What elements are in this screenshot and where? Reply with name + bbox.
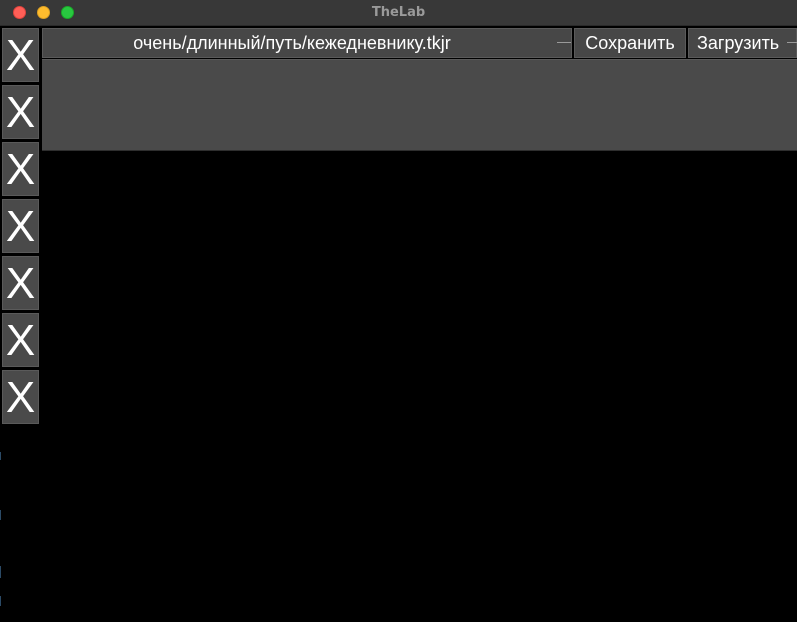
close-button-5[interactable]: X	[2, 256, 39, 310]
sidebar: X X X X X X X	[0, 26, 42, 622]
close-button-1[interactable]: X	[2, 28, 39, 82]
content-panel	[42, 59, 797, 151]
edge-mark	[0, 510, 1, 520]
close-button-2[interactable]: X	[2, 85, 39, 139]
edge-mark	[0, 452, 1, 460]
save-button[interactable]: Сохранить	[574, 28, 686, 58]
load-button[interactable]: Загрузить	[688, 28, 797, 58]
close-button-7[interactable]: X	[2, 370, 39, 424]
load-button-handle	[787, 42, 797, 43]
close-button-6[interactable]: X	[2, 313, 39, 367]
file-path-input[interactable]: очень/длинный/путь/кежедневнику.tkjr	[42, 28, 572, 58]
app-window: TheLab X X X X X X X очень/длинный/путь/…	[0, 0, 797, 622]
edge-mark	[0, 596, 1, 606]
toolbar: очень/длинный/путь/кежедневнику.tkjr Сох…	[42, 28, 797, 58]
window-title: TheLab	[371, 5, 426, 20]
close-button-4[interactable]: X	[2, 199, 39, 253]
path-field-handle	[557, 42, 571, 43]
edge-mark	[0, 566, 1, 578]
close-button-3[interactable]: X	[2, 142, 39, 196]
title-bar[interactable]: TheLab	[0, 0, 797, 26]
